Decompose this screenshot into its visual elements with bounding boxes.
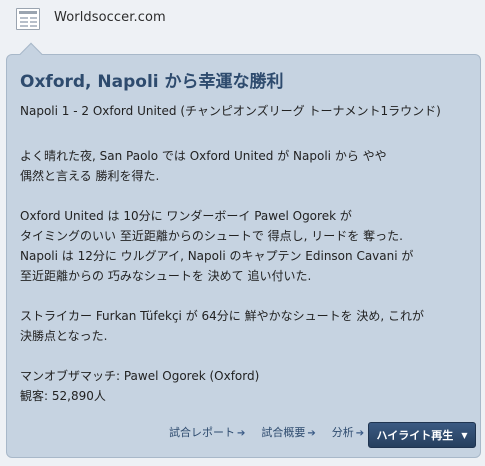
article-title: Oxford, Napoli から幸運な勝利: [20, 72, 284, 92]
play-highlights-button[interactable]: ハイライト再生 ▼: [368, 422, 476, 448]
paragraph-1: よく晴れた夜, San Paolo では Oxford United が Nap…: [20, 149, 387, 183]
chevron-down-icon: ▼: [461, 430, 468, 440]
man-of-the-match: マンオブザマッチ: Pawel Ogorek (Oxford): [20, 369, 260, 383]
arrow-right-icon: ➔: [355, 428, 365, 439]
newspaper-icon: [16, 8, 40, 30]
paragraph-2: Oxford United は 10分に ワンダーボーイ Pawel Ogore…: [20, 209, 414, 283]
speech-notch: [19, 42, 43, 66]
paragraph-3: ストライカー Furkan Tüfekçi が 64分に 鮮やかなシュートを 決…: [20, 309, 425, 343]
news-card: Oxford, Napoli から幸運な勝利 Napoli 1 - 2 Oxfo…: [6, 42, 481, 458]
attendance: 観客: 52,890人: [20, 389, 106, 403]
footer-links: 試合レポート ➔ 試合概要 ➔ 分析 ➔: [169, 424, 364, 440]
analysis-link[interactable]: 分析 ➔: [332, 424, 364, 440]
arrow-right-icon: ➔: [307, 428, 316, 439]
match-report-link[interactable]: 試合レポート ➔: [169, 424, 245, 440]
match-result: Napoli 1 - 2 Oxford United (チャンピオンズリーグ ト…: [20, 104, 441, 118]
arrow-right-icon: ➔: [237, 428, 246, 439]
article-body: よく晴れた夜, San Paolo では Oxford United が Nap…: [20, 146, 470, 406]
match-summary-link[interactable]: 試合概要 ➔: [261, 424, 315, 440]
news-header: Worldsoccer.com: [0, 0, 485, 40]
news-source: Worldsoccer.com: [54, 10, 166, 25]
